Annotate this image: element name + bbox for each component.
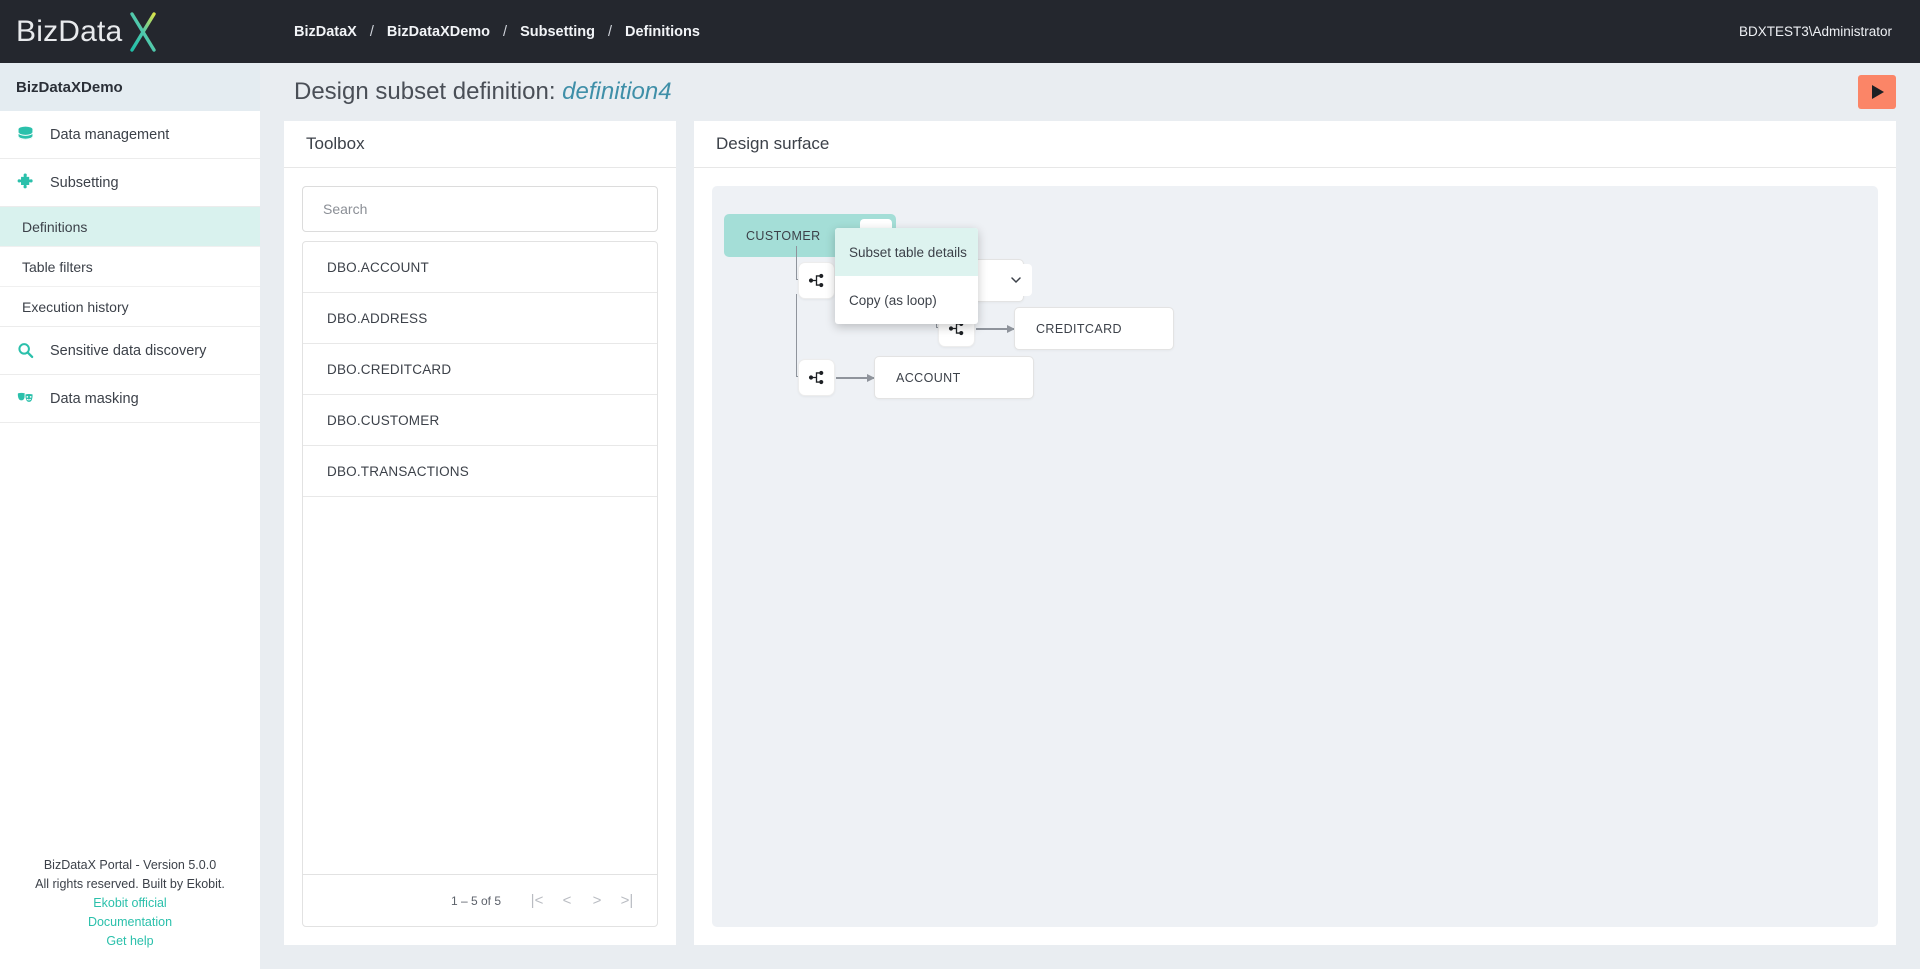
play-icon: [1872, 85, 1884, 99]
puzzle-icon: [16, 173, 50, 192]
list-item[interactable]: DBO.ACCOUNT: [303, 242, 657, 293]
first-page-icon[interactable]: |<: [525, 889, 549, 913]
link-get-help[interactable]: Get help: [0, 932, 260, 951]
node-label: ACCOUNT: [896, 370, 961, 385]
context-menu-item-copy-as-loop[interactable]: Copy (as loop): [835, 276, 978, 324]
sidebar-footer: BizDataX Portal - Version 5.0.0 All righ…: [0, 856, 260, 969]
breadcrumb-separator: /: [503, 23, 508, 40]
next-page-icon[interactable]: >: [585, 889, 609, 913]
breadcrumb-separator: /: [607, 23, 613, 40]
breadcrumb-item-definitions[interactable]: Definitions: [625, 24, 700, 40]
context-menu: Subset table details Copy (as loop): [835, 228, 978, 324]
sidebar-item-label: Sensitive data discovery: [50, 342, 207, 359]
current-user-label[interactable]: BDXTEST3\Administrator: [1739, 24, 1892, 39]
breadcrumb-item-subsetting[interactable]: Subsetting: [520, 24, 595, 40]
page-title-prefix: Design subset definition:: [294, 78, 556, 105]
node-hidden-chevron-down-icon[interactable]: [1000, 264, 1032, 296]
hierarchy-icon: [808, 370, 824, 385]
database-icon: [16, 125, 50, 144]
connector-arrow: [836, 374, 875, 381]
last-page-icon[interactable]: >|: [615, 889, 639, 913]
sidebar-item-execution-history[interactable]: Execution history: [0, 287, 260, 327]
list-item[interactable]: DBO.TRANSACTIONS: [303, 446, 657, 497]
magnifier-icon: [16, 341, 50, 360]
sidebar-item-label: Execution history: [22, 298, 129, 315]
page-title: Design subset definition: definition4: [294, 78, 672, 106]
logo-text: BizData: [16, 14, 123, 48]
sidebar-item-subsetting[interactable]: Subsetting: [0, 159, 260, 207]
masks-icon: [16, 389, 50, 408]
table-list: DBO.ACCOUNT DBO.ADDRESS DBO.CREDITCARD D…: [302, 241, 658, 927]
hierarchy-icon: [808, 273, 824, 288]
tenant-name: BizDataXDemo: [0, 63, 260, 111]
list-item[interactable]: DBO.CREDITCARD: [303, 344, 657, 395]
sidebar: BizData BizDataXDemo Data management Sub…: [0, 0, 260, 969]
sidebar-item-data-management[interactable]: Data management: [0, 111, 260, 159]
search-box[interactable]: [302, 186, 658, 232]
relation-icon-3[interactable]: [798, 359, 835, 396]
sidebar-item-label: Definitions: [22, 218, 88, 235]
content-area: Toolbox DBO.ACCOUNT DBO.ADDRESS DBO.CRED…: [260, 121, 1920, 969]
link-ekobit-official[interactable]: Ekobit official: [0, 894, 260, 913]
toolbox-heading: Toolbox: [284, 121, 676, 168]
table-list-rows: DBO.ACCOUNT DBO.ADDRESS DBO.CREDITCARD D…: [303, 242, 657, 874]
sidebar-item-definitions[interactable]: Definitions: [0, 207, 260, 247]
main-area: BizDataX / BizDataXDemo / Subsetting / D…: [260, 0, 1920, 969]
breadcrumb-item-bizdataxdemo[interactable]: BizDataXDemo: [387, 24, 490, 40]
logo-x-icon: [123, 10, 163, 54]
app-logo[interactable]: BizData: [0, 0, 260, 63]
sidebar-nav: Data management Subsetting Definitions T…: [0, 111, 260, 423]
pagination-range: 1 – 5 of 5: [450, 893, 501, 908]
design-surface-heading: Design surface: [694, 121, 1896, 168]
top-bar: BizDataX / BizDataXDemo / Subsetting / D…: [260, 0, 1920, 63]
toolbox-body: DBO.ACCOUNT DBO.ADDRESS DBO.CREDITCARD D…: [284, 168, 676, 945]
list-item[interactable]: DBO.ADDRESS: [303, 293, 657, 344]
design-surface-wrapper: CUSTOMER CREDITCARD ACCOUNT Subset table…: [694, 168, 1896, 945]
previous-page-icon[interactable]: <: [555, 889, 579, 913]
sidebar-item-label: Data masking: [50, 390, 139, 407]
logo-wordmark: BizData: [16, 10, 163, 54]
node-label: CUSTOMER: [746, 228, 821, 243]
run-button[interactable]: [1858, 75, 1896, 109]
pagination: 1 – 5 of 5 |< < > >|: [303, 874, 657, 926]
breadcrumb: BizDataX / BizDataXDemo / Subsetting / D…: [294, 24, 700, 40]
app-root: BizData BizDataXDemo Data management Sub…: [0, 0, 1920, 969]
sidebar-item-label: Data management: [50, 126, 170, 143]
sidebar-item-data-masking[interactable]: Data masking: [0, 375, 260, 423]
connector-arrow: [976, 325, 1015, 332]
node-creditcard[interactable]: CREDITCARD: [1014, 307, 1174, 350]
page-title-definition-name: definition4: [562, 78, 672, 105]
design-surface-panel: Design surface CUSTOMER CREDITCARD ACCOU…: [694, 121, 1896, 945]
context-menu-item-subset-table-details[interactable]: Subset table details: [835, 228, 978, 276]
search-input[interactable]: [321, 200, 639, 218]
sidebar-item-label: Subsetting: [50, 174, 119, 191]
breadcrumb-item-bizdatax[interactable]: BizDataX: [294, 24, 357, 40]
breadcrumb-separator: /: [369, 23, 374, 40]
link-documentation[interactable]: Documentation: [0, 913, 260, 932]
toolbox-panel: Toolbox DBO.ACCOUNT DBO.ADDRESS DBO.CRED…: [284, 121, 676, 945]
sidebar-item-sensitive-data-discovery[interactable]: Sensitive data discovery: [0, 327, 260, 375]
page-header: Design subset definition: definition4: [260, 63, 1920, 121]
portal-version: BizDataX Portal - Version 5.0.0: [43, 858, 217, 872]
copyright-text: All rights reserved. Built by Ekobit.: [35, 877, 225, 891]
sidebar-item-table-filters[interactable]: Table filters: [0, 247, 260, 287]
node-label: CREDITCARD: [1036, 321, 1122, 336]
node-account[interactable]: ACCOUNT: [874, 356, 1034, 399]
design-surface[interactable]: CUSTOMER CREDITCARD ACCOUNT Subset table…: [712, 186, 1878, 927]
sidebar-item-label: Table filters: [22, 258, 93, 275]
list-item[interactable]: DBO.CUSTOMER: [303, 395, 657, 446]
